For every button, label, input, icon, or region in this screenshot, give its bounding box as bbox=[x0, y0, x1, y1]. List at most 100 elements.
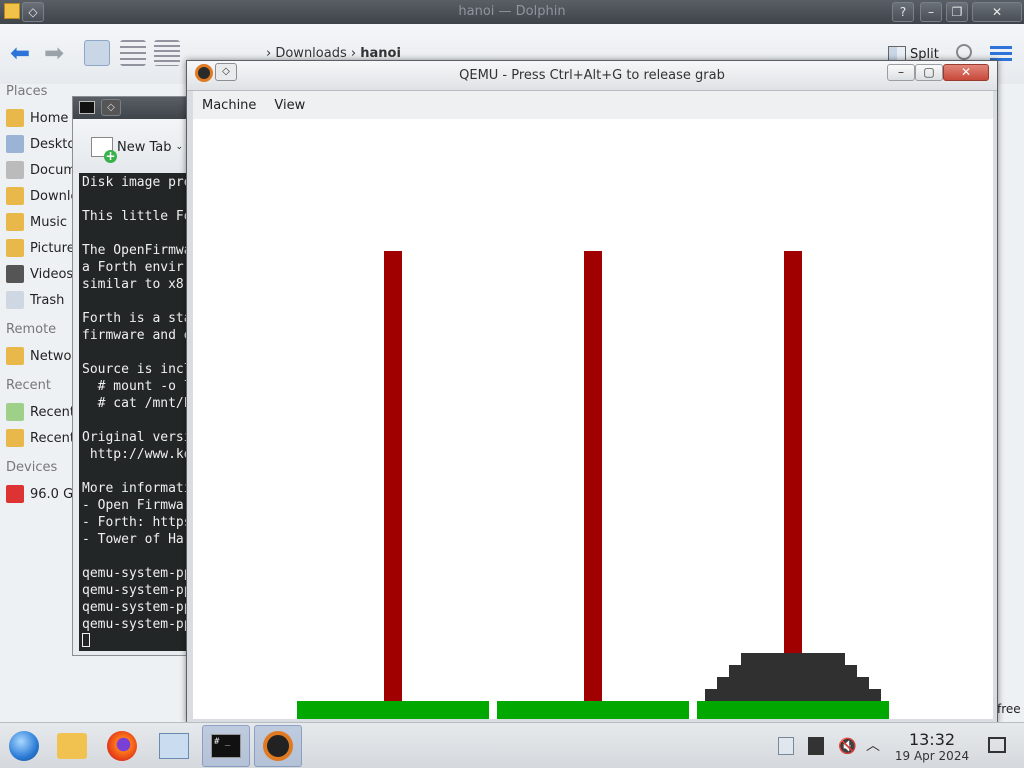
forward-arrow-icon[interactable]: ➡ bbox=[44, 40, 70, 66]
new-tab-icon bbox=[91, 137, 117, 163]
terminal-line: qemu-system-pp bbox=[82, 617, 192, 632]
breadcrumb[interactable]: › Downloads › hanoi bbox=[266, 46, 401, 61]
recent-files-icon bbox=[6, 403, 24, 421]
minimize-button[interactable]: – bbox=[920, 2, 942, 22]
new-tab-button[interactable]: New Tab ⌄ bbox=[91, 137, 184, 163]
peg-3[interactable] bbox=[784, 251, 802, 701]
qemu-titlebar[interactable]: ◇ QEMU - Press Ctrl+Alt+G to release gra… bbox=[187, 61, 997, 91]
terminal-line: Forth is a sta bbox=[82, 311, 192, 326]
network-folder-icon bbox=[6, 347, 24, 365]
base-1[interactable] bbox=[297, 701, 489, 719]
peg-1[interactable] bbox=[384, 251, 402, 701]
peg-2[interactable] bbox=[584, 251, 602, 701]
show-desktop-icon[interactable] bbox=[988, 737, 1006, 753]
minimize-button[interactable]: – bbox=[887, 64, 915, 81]
places-item-videos[interactable]: Videos bbox=[6, 263, 78, 285]
close-button[interactable]: ✕ bbox=[972, 2, 1022, 22]
recent-item-files[interactable]: Recent Files bbox=[6, 401, 78, 423]
terminal-line: The OpenFirmwa bbox=[82, 243, 192, 258]
help-button[interactable]: ? bbox=[892, 2, 914, 22]
clock-date: 19 Apr 2024 bbox=[894, 749, 970, 763]
terminal-line: # mount -o l bbox=[82, 379, 192, 394]
taskbar-firefox[interactable] bbox=[98, 725, 146, 767]
compact-view-icon[interactable] bbox=[120, 40, 146, 66]
terminal-line: qemu-system-pp bbox=[82, 600, 192, 615]
disk-1[interactable] bbox=[741, 653, 845, 665]
chevron-down-icon: ⌄ bbox=[175, 142, 184, 152]
terminal-line: similar to x8 bbox=[82, 277, 184, 292]
documents-icon bbox=[6, 161, 24, 179]
terminal-line: http://www.ke bbox=[82, 447, 192, 462]
system-settings-icon bbox=[159, 733, 189, 759]
terminal-line: This little Fo bbox=[82, 209, 192, 224]
new-tab-label: New Tab bbox=[117, 139, 172, 155]
close-button[interactable]: ✕ bbox=[943, 64, 989, 81]
start-menu-button[interactable] bbox=[0, 725, 48, 767]
terminal-line: Original versi bbox=[82, 430, 192, 445]
taskbar-system-settings[interactable] bbox=[150, 725, 198, 767]
places-item-documents[interactable]: Documents bbox=[6, 159, 78, 181]
home-folder-icon bbox=[6, 109, 24, 127]
firefox-icon bbox=[107, 731, 137, 761]
maximize-button[interactable]: ❐ bbox=[946, 2, 968, 22]
dolphin-titlebar[interactable]: ◇ hanoi — Dolphin ? – ❐ ✕ bbox=[0, 0, 1024, 24]
konsole-window[interactable]: ◇ New Tab ⌄ Disk image pre This little F… bbox=[72, 96, 199, 656]
recent-item-locations[interactable]: Recent Locations bbox=[6, 427, 78, 449]
terminal-line: Source is incl bbox=[82, 362, 192, 377]
tower-of-hanoi-game[interactable] bbox=[193, 119, 993, 719]
konsole-titlebar[interactable]: ◇ bbox=[73, 97, 195, 119]
places-item-music[interactable]: Music bbox=[6, 211, 78, 233]
desktop-icon bbox=[6, 135, 24, 153]
notes-icon[interactable] bbox=[808, 737, 824, 755]
device-item-hard-drive[interactable]: 96.0 GiB Hard Drive bbox=[6, 483, 78, 505]
disk-4[interactable] bbox=[705, 689, 881, 701]
chevron-up-icon[interactable]: ︿ bbox=[866, 737, 882, 755]
music-folder-icon bbox=[6, 213, 24, 231]
base-2[interactable] bbox=[497, 701, 689, 719]
terminal-output[interactable]: Disk image pre This little Fo The OpenFi… bbox=[79, 173, 199, 651]
terminal-line: - Forth: https bbox=[82, 515, 192, 530]
dolphin-title: hanoi — Dolphin bbox=[458, 4, 566, 19]
clipboard-icon[interactable] bbox=[778, 737, 794, 755]
menu-view[interactable]: View bbox=[274, 98, 305, 113]
volume-muted-icon[interactable]: 🔇 bbox=[838, 737, 857, 755]
terminal-icon bbox=[79, 101, 95, 114]
taskbar: # _ 🔇 ︿ 13:32 19 Apr 2024 bbox=[0, 722, 1024, 768]
clock-time: 13:32 bbox=[908, 730, 956, 749]
terminal-line: More informati bbox=[82, 481, 192, 496]
terminal-line: qemu-system-pp bbox=[82, 566, 192, 581]
taskbar-qemu[interactable] bbox=[254, 725, 302, 767]
terminal-line: firmware and e bbox=[82, 328, 192, 343]
details-view-icon[interactable] bbox=[154, 40, 180, 66]
search-icon[interactable] bbox=[956, 44, 972, 60]
breadcrumb-downloads[interactable]: Downloads bbox=[275, 46, 346, 61]
downloads-folder-icon bbox=[6, 187, 24, 205]
vm-display[interactable] bbox=[193, 119, 993, 719]
base-3[interactable] bbox=[697, 701, 889, 719]
terminal-line: a Forth envir bbox=[82, 260, 184, 275]
breadcrumb-hanoi[interactable]: hanoi bbox=[360, 46, 401, 61]
places-header: Places bbox=[6, 84, 48, 99]
window-menu-button[interactable]: ◇ bbox=[101, 99, 121, 116]
menu-machine[interactable]: Machine bbox=[202, 98, 256, 113]
places-item-pictures[interactable]: Pictures bbox=[6, 237, 78, 259]
devices-header: Devices bbox=[6, 460, 58, 475]
places-item-trash[interactable]: Trash bbox=[6, 289, 78, 311]
maximize-button[interactable]: ▢ bbox=[915, 64, 943, 81]
places-item-desktop[interactable]: Desktop bbox=[6, 133, 78, 155]
back-arrow-icon[interactable]: ⬅ bbox=[10, 40, 36, 66]
places-item-home[interactable]: Home bbox=[6, 107, 78, 129]
taskbar-file-manager[interactable] bbox=[48, 725, 96, 767]
folder-icon bbox=[57, 733, 87, 759]
terminal-icon: # _ bbox=[211, 734, 241, 758]
taskbar-konsole[interactable]: # _ bbox=[202, 725, 250, 767]
recent-locations-icon bbox=[6, 429, 24, 447]
remote-item-network[interactable]: Network bbox=[6, 345, 78, 367]
disk-3[interactable] bbox=[717, 677, 869, 689]
qemu-window[interactable]: ◇ QEMU - Press Ctrl+Alt+G to release gra… bbox=[186, 60, 998, 723]
terminal-line: Disk image pre bbox=[82, 175, 192, 190]
clock[interactable]: 13:32 19 Apr 2024 bbox=[890, 730, 974, 764]
disk-2[interactable] bbox=[729, 665, 857, 677]
icons-view-icon[interactable] bbox=[84, 40, 110, 66]
places-item-downloads[interactable]: Downloads bbox=[6, 185, 78, 207]
